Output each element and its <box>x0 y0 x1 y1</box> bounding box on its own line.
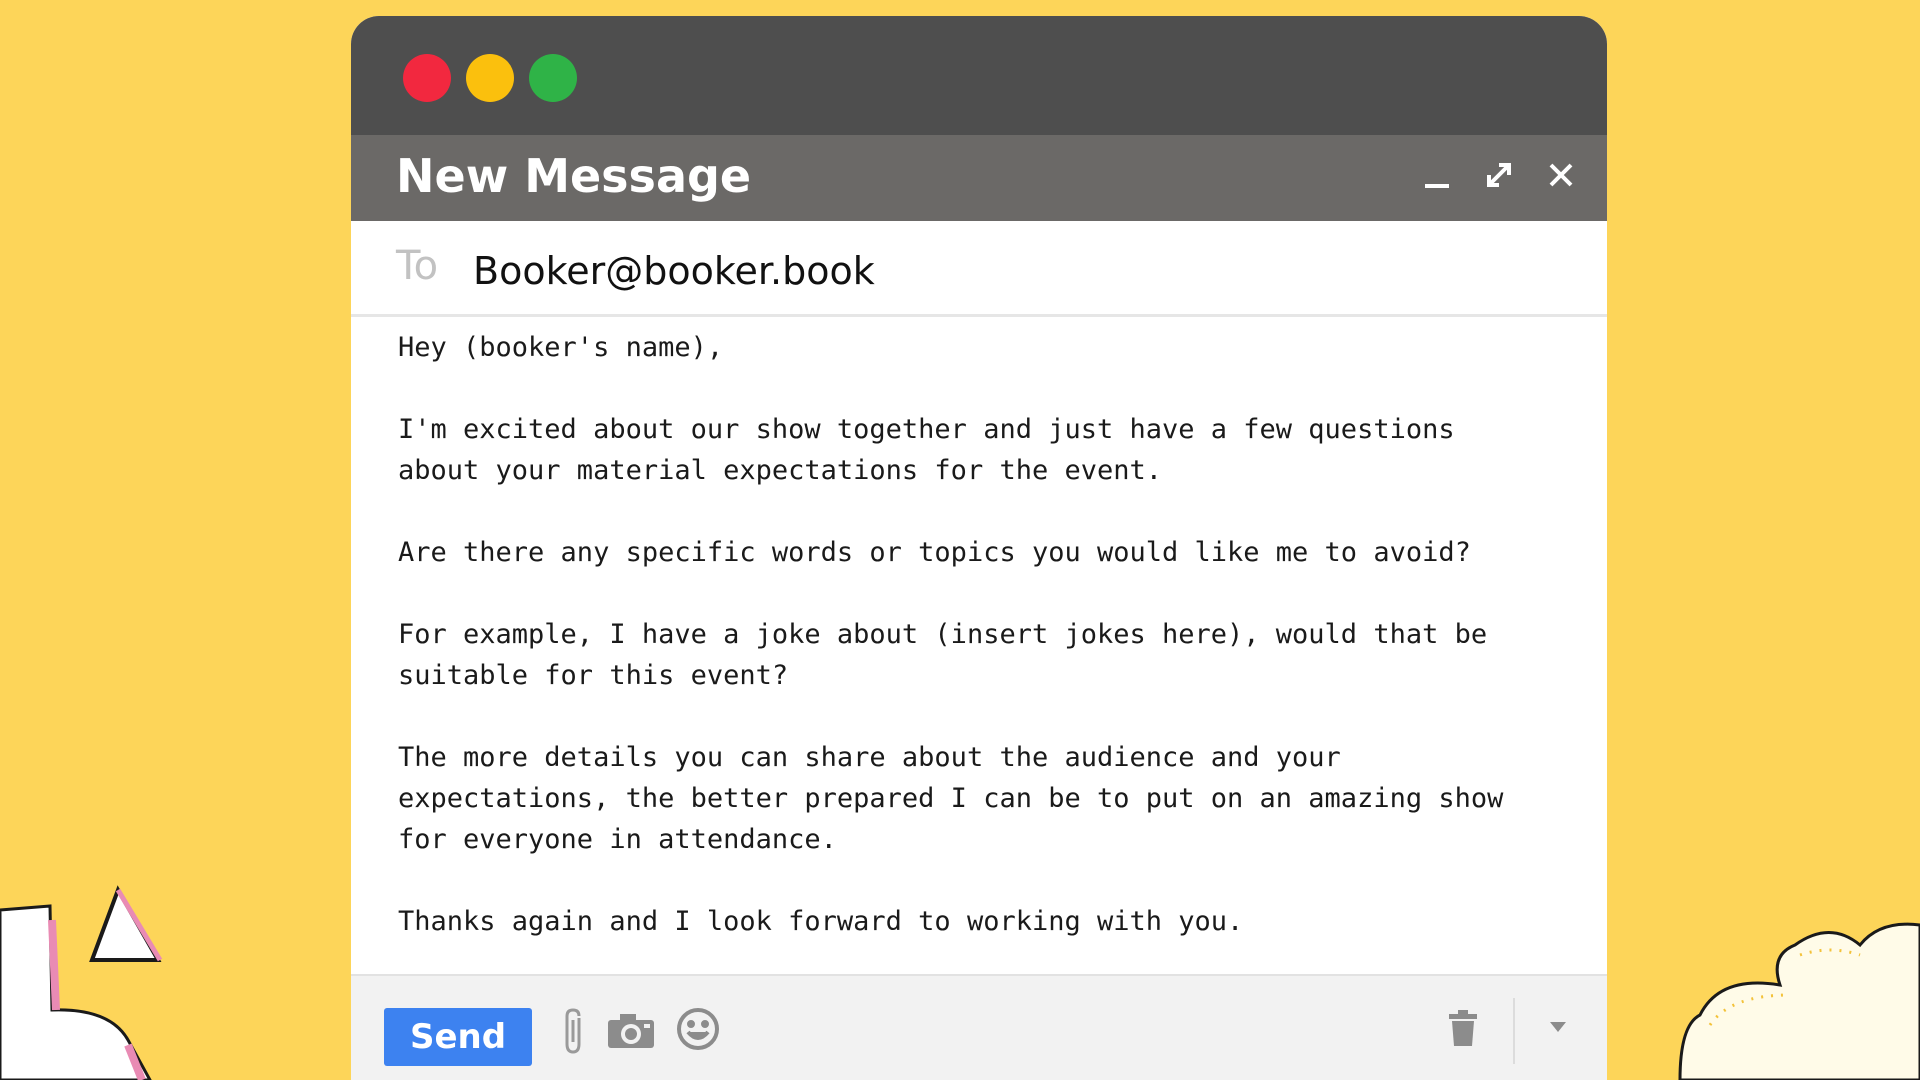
close-icon[interactable] <box>1539 153 1583 197</box>
camera-icon[interactable] <box>606 1012 656 1055</box>
recipient-row[interactable]: To Booker@booker.book <box>351 221 1607 317</box>
minimize-icon[interactable] <box>1415 153 1459 197</box>
maximize-window-dot[interactable] <box>529 54 577 102</box>
compose-header: New Message <box>351 135 1607 221</box>
compose-title: New Message <box>396 149 752 203</box>
window-titlebar <box>351 16 1607 135</box>
message-paragraph: Thanks again and I look forward to worki… <box>398 906 1244 937</box>
emoji-icon[interactable] <box>675 1006 721 1057</box>
message-paragraph: Hey (booker's name), <box>398 332 724 363</box>
paperclip-icon[interactable] <box>563 1008 587 1061</box>
to-label: To <box>396 243 439 289</box>
minimize-window-dot[interactable] <box>466 54 514 102</box>
toolbar-divider <box>1513 998 1515 1064</box>
chevron-down-icon[interactable] <box>1548 1020 1568 1039</box>
doodle-decoration-left <box>0 885 163 1080</box>
message-paragraph: The more details you can share about the… <box>398 742 1504 855</box>
message-body[interactable]: Hey (booker's name), I'm excited about o… <box>398 327 1548 983</box>
trash-icon[interactable] <box>1449 1010 1477 1051</box>
compose-toolbar: Send <box>351 974 1607 1080</box>
recipient-field[interactable]: Booker@booker.book <box>473 249 875 293</box>
message-paragraph: Are there any specific words or topics y… <box>398 537 1471 568</box>
expand-icon[interactable] <box>1477 153 1521 197</box>
email-compose-window: New Message To Booker@booker.book Hey (b… <box>351 16 1607 1080</box>
cloud-doodle-right <box>1678 922 1920 1080</box>
send-button[interactable]: Send <box>384 1008 532 1066</box>
close-window-dot[interactable] <box>403 54 451 102</box>
message-paragraph: For example, I have a joke about (insert… <box>398 619 1488 691</box>
message-paragraph: I'm excited about our show together and … <box>398 414 1455 486</box>
